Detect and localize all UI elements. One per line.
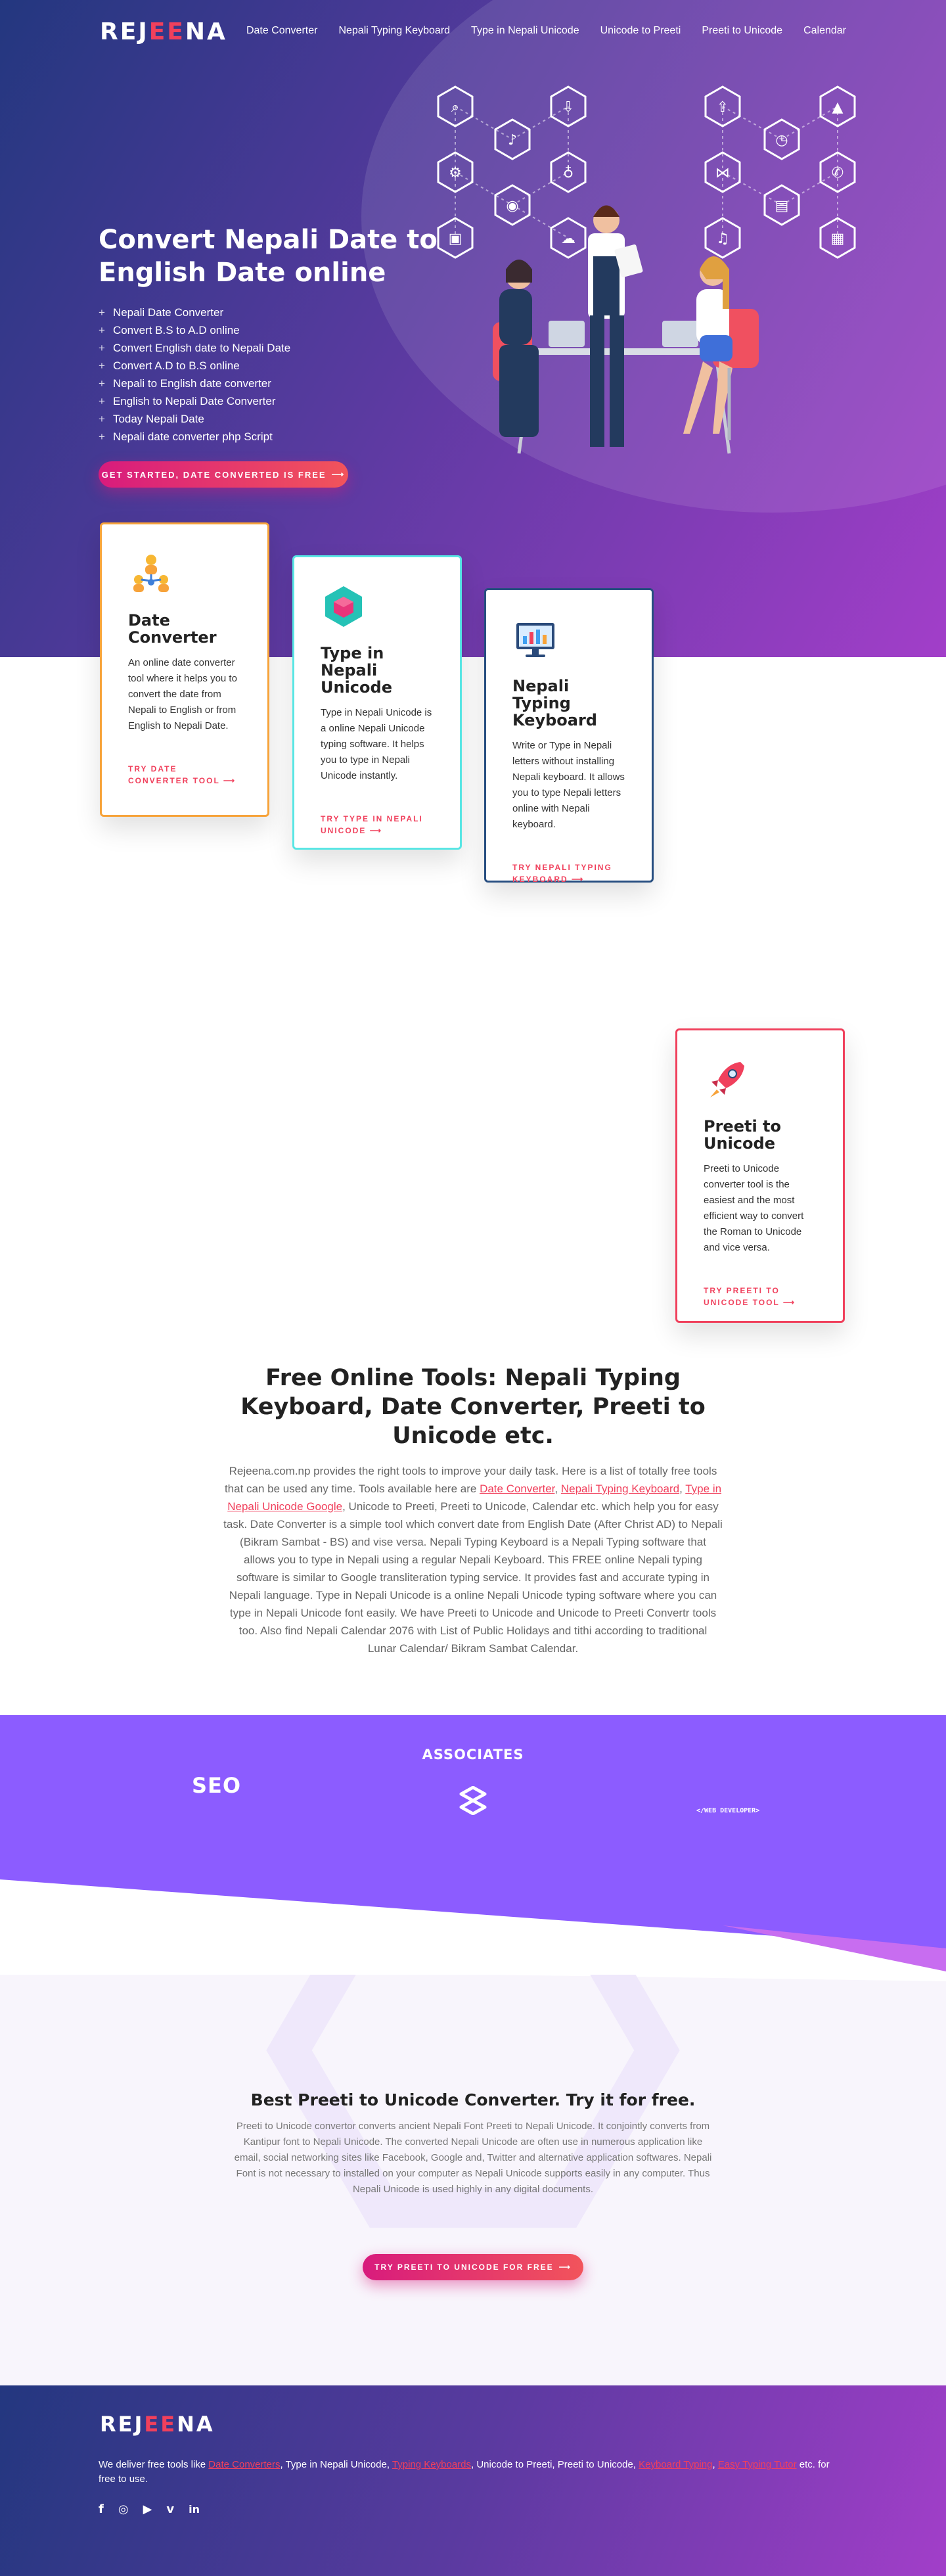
intro-title: Free Online Tools: Nepali Typing Keyboar… <box>240 1365 706 1449</box>
card-text: An online date converter tool where it h… <box>128 657 237 731</box>
card-cta-link[interactable]: TRY PREETI TO UNICODE TOOL ⟶ <box>704 1285 817 1308</box>
svg-text:⚙: ⚙ <box>449 165 462 181</box>
promo-text: Preeti to Unicode convertor converts anc… <box>234 2121 712 2195</box>
logo[interactable]: REJEENA <box>100 18 227 45</box>
card-title: Nepali Typing Keyboard <box>512 677 597 729</box>
svg-text:♫: ♫ <box>716 231 729 247</box>
svg-text:⇧: ⇧ <box>717 99 729 116</box>
card-preeti-to-unicode[interactable]: Preeti to Unicode Preeti to Unicode conv… <box>675 1028 845 1323</box>
hero-list-item: Nepali date converter php Script <box>99 428 290 446</box>
hero-list-item: Today Nepali Date <box>99 410 290 428</box>
card-date-converter[interactable]: Date Converter An online date converter … <box>100 522 269 817</box>
nav-unicode-to-preeti[interactable]: Unicode to Preeti <box>600 25 681 37</box>
card-text: Write or Type in Nepali letters without … <box>512 740 625 830</box>
nav-calendar[interactable]: Calendar <box>803 25 846 37</box>
svg-text:☁: ☁ <box>561 231 575 247</box>
associate-logo-seo[interactable]: SEO <box>192 1773 241 1798</box>
svg-text:♁: ♁ <box>563 165 574 181</box>
footer-link-easy-typing-tutor[interactable]: Easy Typing Tutor <box>718 2459 797 2470</box>
card-title: Preeti to Unicode <box>704 1117 781 1153</box>
card-cta-link[interactable]: TRY TYPE IN NEPALI UNICODE ⟶ <box>321 813 434 837</box>
hero-list-item: Convert A.D to B.S online <box>99 357 290 375</box>
svg-text:▲: ▲ <box>832 99 844 116</box>
cube-icon <box>325 586 362 627</box>
footer-link-keyboard-typing[interactable]: Keyboard Typing <box>639 2459 712 2470</box>
svg-text:✆: ✆ <box>832 165 844 181</box>
card-title: Type in Nepali Unicode <box>321 644 392 697</box>
footer-text: We deliver free tools like Date Converte… <box>99 2459 830 2485</box>
card-cta-link[interactable]: TRY DATE CONVERTER TOOL ⟶ <box>128 763 241 787</box>
hero-list-item: Nepali to English date converter <box>99 375 290 392</box>
link-nepali-typing-keyboard[interactable]: Nepali Typing Keyboard <box>561 1483 679 1495</box>
svg-text:▣: ▣ <box>449 231 462 247</box>
vimeo-icon[interactable]: v <box>166 2502 174 2516</box>
footer: REJEENA We deliver free tools like Date … <box>0 2385 946 2576</box>
card-type-in-nepali-unicode[interactable]: Type in Nepali Unicode Type in Nepali Un… <box>292 555 462 850</box>
nav-links: Date Converter Nepali Typing Keyboard Ty… <box>246 25 846 37</box>
promo-title: Best Preeti to Unicode Converter. Try it… <box>250 2090 696 2109</box>
monitor-chart-icon <box>516 623 554 657</box>
card-text: Type in Nepali Unicode is a online Nepal… <box>321 707 432 781</box>
svg-text:⋈: ⋈ <box>715 165 730 181</box>
card-nepali-typing-keyboard[interactable]: Nepali Typing Keyboard Write or Type in … <box>484 588 654 885</box>
associate-logo-mark[interactable] <box>459 1786 487 1815</box>
youtube-icon[interactable]: ▶ <box>143 2502 152 2516</box>
promo-section: Best Preeti to Unicode Converter. Try it… <box>231 2090 715 2197</box>
svg-text:⌕: ⌕ <box>451 99 459 116</box>
card-text: Preeti to Unicode converter tool is the … <box>704 1163 804 1253</box>
svg-text:⇩: ⇩ <box>562 99 574 116</box>
nav-date-converter[interactable]: Date Converter <box>246 25 318 37</box>
card-title: Date Converter <box>128 611 217 647</box>
social-links: f ◎ ▶ v in <box>99 2502 200 2516</box>
hero-feature-list: Nepali Date Converter Convert B.S to A.D… <box>99 304 290 446</box>
hero-list-item: Nepali Date Converter <box>99 304 290 321</box>
hero-illustration: ⌕ ⇩ ♪ ⚙ ♁ ◉ ▣ ☁ ⇧ ▲ ◷ ⋈ ✆ ▤ ♫ ▦ <box>437 85 856 454</box>
footer-logo[interactable]: REJEENA <box>100 2412 215 2437</box>
arrow-right-icon: ⟶ <box>782 1298 796 1307</box>
people-network-icon <box>133 555 169 592</box>
associate-logo-web-developer[interactable]: </WEB DEVELOPER> <box>696 1807 759 1814</box>
intro-text: Rejeena.com.np provides the right tools … <box>223 1465 723 1655</box>
hero-list-item: Convert English date to Nepali Date <box>99 339 290 357</box>
get-started-button[interactable]: GET STARTED, DATE CONVERTED IS FREE ⟶ <box>99 461 348 488</box>
associates-title: ASSOCIATES <box>422 1747 524 1762</box>
svg-text:▦: ▦ <box>831 231 845 247</box>
arrow-right-icon: ⟶ <box>331 469 346 479</box>
arrow-right-icon: ⟶ <box>572 875 585 884</box>
instagram-icon[interactable]: ◎ <box>118 2502 129 2516</box>
arrow-right-icon: ⟶ <box>369 826 382 835</box>
footer-link-date-converters[interactable]: Date Converters <box>208 2459 280 2470</box>
svg-text:◷: ◷ <box>775 132 788 149</box>
nav-type-in-nepali-unicode[interactable]: Type in Nepali Unicode <box>471 25 579 37</box>
linkedin-icon[interactable]: in <box>189 2503 200 2516</box>
nav-nepali-typing-keyboard[interactable]: Nepali Typing Keyboard <box>338 25 450 37</box>
facebook-icon[interactable]: f <box>99 2502 104 2516</box>
top-nav: REJEENA Date Converter Nepali Typing Key… <box>0 0 946 63</box>
nav-preeti-to-unicode[interactable]: Preeti to Unicode <box>702 25 782 37</box>
svg-text:▤: ▤ <box>775 198 789 214</box>
associates-section: ASSOCIATES SEO </WEB DEVELOPER> <box>0 1715 946 1978</box>
link-date-converter[interactable]: Date Converter <box>480 1483 554 1495</box>
svg-text:◉: ◉ <box>506 198 518 214</box>
try-preeti-to-unicode-button[interactable]: TRY PREETI TO UNICODE FOR FREE ⟶ <box>363 2254 583 2280</box>
rocket-icon <box>710 1062 744 1097</box>
hero-list-item: English to Nepali Date Converter <box>99 392 290 410</box>
card-cta-link[interactable]: TRY NEPALI TYPING KEYBOARD ⟶ <box>512 862 625 885</box>
svg-text:♪: ♪ <box>508 132 517 149</box>
hero-list-item: Convert B.S to A.D online <box>99 321 290 339</box>
footer-link-typing-keyboards[interactable]: Typing Keyboards <box>392 2459 471 2470</box>
arrow-right-icon: ⟶ <box>558 2263 572 2272</box>
hero-title: Convert Nepali Date to English Date onli… <box>99 225 438 288</box>
arrow-right-icon: ⟶ <box>223 776 236 785</box>
intro-section: Free Online Tools: Nepali Typing Keyboar… <box>223 1364 723 1657</box>
